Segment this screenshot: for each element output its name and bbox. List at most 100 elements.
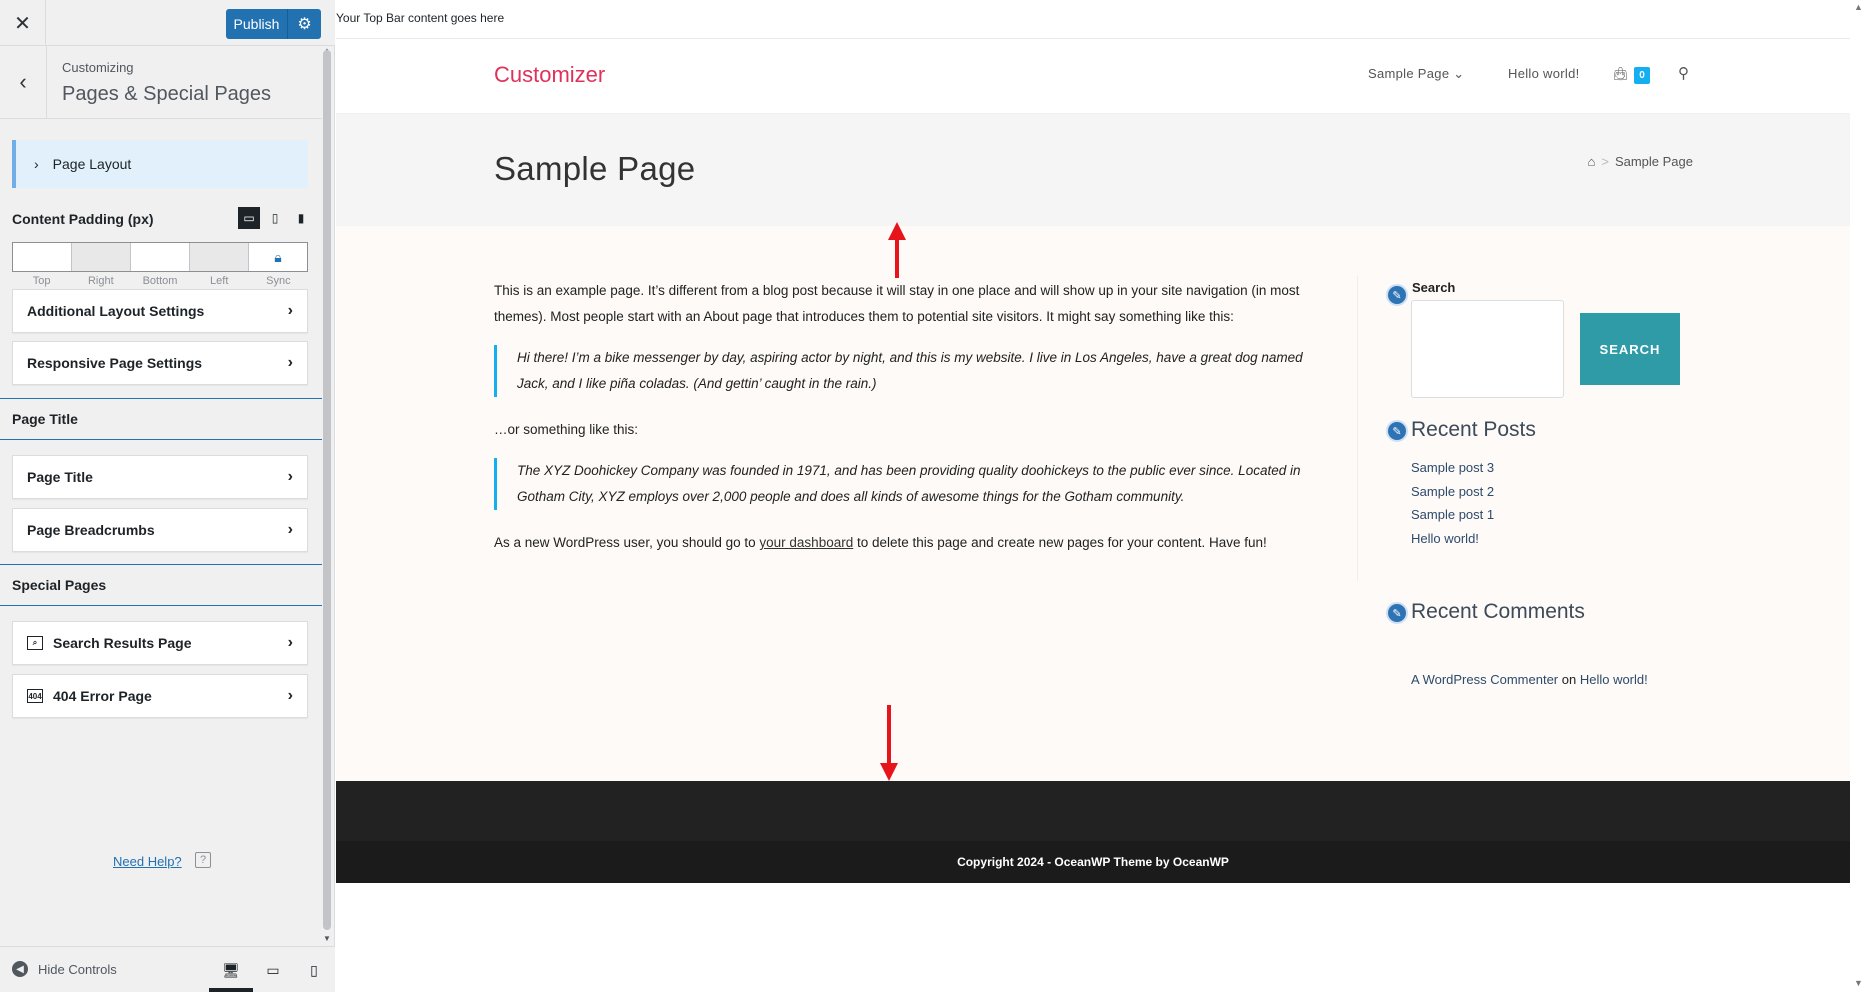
row-label: Page Title — [27, 469, 93, 485]
gear-icon: ⚙ — [297, 16, 312, 33]
comment-on: on — [1558, 672, 1580, 687]
page-title-row[interactable]: Page Title › — [12, 455, 308, 499]
scroll-down-arrow-icon[interactable]: ▼ — [1854, 978, 1863, 988]
search-page-icon: ⌕ — [27, 636, 43, 650]
special-pages-group-heading: Special Pages — [0, 564, 322, 606]
text: to delete this page and create new pages… — [853, 535, 1267, 550]
collapse-icon: ◀ — [12, 961, 28, 977]
footer-widgets — [336, 781, 1850, 841]
row-label: Responsive Page Settings — [27, 355, 203, 371]
breadcrumb-current: Sample Page — [1614, 154, 1693, 169]
top-bar-text: Your Top Bar content goes here — [336, 11, 505, 25]
footer-bottom: Copyright 2024 - OceanWP Theme by OceanW… — [336, 841, 1850, 883]
section-title: Pages & Special Pages — [62, 83, 272, 105]
recent-comment: A WordPress Commenter on Hello world! — [1411, 672, 1648, 687]
cart-count-badge[interactable]: 0 — [1634, 67, 1650, 84]
additional-layout-settings-row[interactable]: Additional Layout Settings › — [12, 289, 308, 333]
nav-label: Sample Page — [1368, 66, 1450, 81]
page-header: Sample Page ⌂ > Sample Page — [336, 114, 1850, 226]
page-breadcrumbs-row[interactable]: Page Breadcrumbs › — [12, 508, 308, 552]
desktop-icon[interactable]: ▭ — [238, 207, 260, 229]
scroll-up-arrow-icon[interactable]: ▲ — [1854, 2, 1863, 12]
customizer-sidebar: ✕ Publish ⚙ ‹ Customizing Pages & Specia… — [0, 0, 335, 992]
padding-bottom-label: Bottom — [142, 275, 178, 287]
customizing-label: Customizing — [62, 60, 134, 75]
chevron-right-icon: › — [287, 302, 293, 319]
padding-right-input[interactable] — [72, 243, 131, 271]
recent-posts-title: Recent Posts — [1411, 418, 1536, 441]
publish-settings-button[interactable]: ⚙ — [288, 9, 321, 39]
nav-item-hello-world[interactable]: Hello world! — [1508, 66, 1580, 81]
customizer-panel: ‹ Customizing Pages & Special Pages › Pa… — [0, 46, 322, 946]
recent-post-link[interactable]: Hello world! — [1411, 531, 1494, 555]
mobile-icon[interactable]: ▮ — [290, 207, 312, 229]
content-padding-devices: ▭ ▯ ▮ — [238, 207, 312, 229]
search-widget-label: Search — [1412, 280, 1456, 295]
page-content: This is an example page. It’s different … — [494, 278, 1324, 571]
padding-top-input[interactable] — [13, 243, 72, 271]
page-layout-label: Page Layout — [52, 156, 132, 172]
chevron-left-icon: ‹ — [19, 69, 27, 94]
padding-sync-label: Sync — [266, 275, 291, 287]
search-widget-input[interactable] — [1411, 300, 1564, 398]
nav-item-sample-page[interactable]: Sample Page ⌄ — [1368, 66, 1464, 82]
chevron-right-icon: › — [287, 521, 293, 538]
dashboard-link[interactable]: your dashboard — [759, 535, 853, 550]
padding-left-input[interactable] — [190, 243, 249, 271]
customizer-footer: ◀ Hide Controls 🖥︎ ▭ ▯ — [0, 946, 335, 992]
404-icon: 404 — [27, 689, 43, 703]
edit-shortcut-icon[interactable]: ✎ — [1386, 602, 1408, 624]
lock-icon: 🔒︎ — [274, 248, 282, 265]
row-label: Additional Layout Settings — [27, 303, 205, 319]
padding-bottom-input[interactable] — [131, 243, 190, 271]
hide-controls-label: Hide Controls — [38, 961, 117, 977]
content-area: This is an example page. It’s different … — [336, 226, 1850, 781]
tablet-icon[interactable]: ▯ — [264, 207, 286, 229]
text: As a new WordPress user, you should go t… — [494, 535, 760, 550]
recent-comments-title: Recent Comments — [1411, 600, 1585, 623]
home-icon[interactable]: ⌂ — [1587, 154, 1595, 169]
close-customizer-button[interactable]: ✕ — [0, 0, 46, 46]
customizer-header: ✕ Publish ⚙ — [0, 0, 335, 46]
hide-controls-button[interactable]: ◀ Hide Controls — [12, 961, 117, 977]
section-header: ‹ Customizing Pages & Special Pages — [0, 46, 322, 119]
search-widget-button[interactable]: SEARCH — [1580, 313, 1680, 385]
content-padding-inputs: 🔒︎ — [12, 242, 308, 272]
recent-posts-list: Sample post 3 Sample post 2 Sample post … — [1411, 460, 1494, 554]
responsive-page-settings-row[interactable]: Responsive Page Settings › — [12, 341, 308, 385]
comment-author-link[interactable]: A WordPress Commenter — [1411, 672, 1558, 687]
page-title: Sample Page — [494, 150, 696, 187]
recent-post-link[interactable]: Sample post 3 — [1411, 460, 1494, 484]
preview-scrollbar[interactable]: ▲ ▼ — [1850, 0, 1866, 992]
need-help-link[interactable]: Need Help? — [113, 854, 182, 869]
edit-shortcut-icon[interactable]: ✎ — [1386, 420, 1408, 442]
chevron-right-icon: › — [287, 468, 293, 485]
help-icon[interactable]: ? — [195, 852, 211, 868]
search-icon[interactable]: ⚲ — [1678, 64, 1689, 82]
publish-button[interactable]: Publish — [226, 9, 288, 39]
annotation-arrow-down — [880, 705, 898, 781]
edit-shortcut-icon[interactable]: ✎ — [1386, 284, 1408, 306]
chevron-right-icon: › — [287, 634, 293, 651]
recent-post-link[interactable]: Sample post 2 — [1411, 484, 1494, 508]
cart-icon[interactable]: 👜︎ — [1612, 66, 1629, 82]
divider — [336, 38, 1850, 39]
scroll-down-arrow-icon[interactable]: ▼ — [322, 934, 332, 944]
page-layout-toggle[interactable]: › Page Layout — [12, 140, 308, 188]
comment-post-link[interactable]: Hello world! — [1580, 672, 1648, 687]
back-button[interactable]: ‹ — [0, 46, 47, 118]
padding-right-label: Right — [87, 275, 114, 287]
preview-desktop-icon[interactable]: 🖥︎ — [220, 959, 242, 981]
divider — [1357, 276, 1358, 581]
404-error-page-row[interactable]: 404 404 Error Page › — [12, 674, 308, 718]
recent-post-link[interactable]: Sample post 1 — [1411, 507, 1494, 531]
preview-tablet-icon[interactable]: ▭ — [262, 959, 284, 981]
sidebar-scrollbar[interactable] — [323, 50, 331, 930]
content-padding-label: Content Padding (px) — [12, 211, 154, 227]
row-label: Search Results Page — [53, 635, 192, 651]
blockquote: The XYZ Doohickey Company was founded in… — [494, 458, 1324, 510]
search-results-page-row[interactable]: ⌕ Search Results Page › — [12, 621, 308, 665]
padding-sync-button[interactable]: 🔒︎ — [249, 243, 307, 271]
breadcrumb-separator: > — [1601, 154, 1609, 169]
preview-mobile-icon[interactable]: ▯ — [303, 959, 325, 981]
